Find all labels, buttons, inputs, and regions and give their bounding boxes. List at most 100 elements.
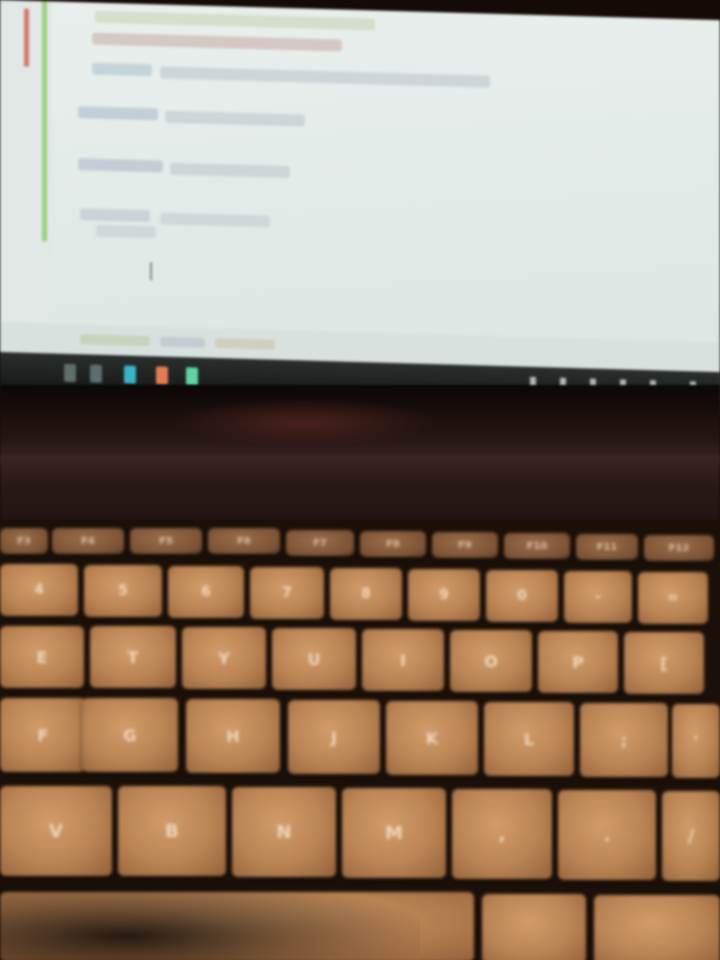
key-f10[interactable]: F10 bbox=[504, 533, 570, 559]
key-p[interactable]: P bbox=[538, 631, 618, 693]
code-line bbox=[160, 66, 490, 88]
key-e[interactable]: E bbox=[0, 626, 84, 688]
key-label: 6 bbox=[201, 584, 211, 600]
code-line bbox=[165, 110, 305, 127]
key-n[interactable]: N bbox=[232, 787, 336, 877]
key-f6[interactable]: F6 bbox=[208, 528, 280, 554]
key-f3[interactable]: F3 bbox=[0, 528, 48, 554]
key-7[interactable]: 7 bbox=[250, 567, 324, 619]
hand-shadow bbox=[0, 880, 420, 960]
text-cursor bbox=[150, 262, 152, 281]
key-f7[interactable]: F7 bbox=[286, 530, 354, 556]
key-0[interactable]: 0 bbox=[486, 570, 558, 622]
key-j[interactable]: J bbox=[288, 700, 380, 774]
key-label: I bbox=[400, 650, 406, 670]
key-8[interactable]: 8 bbox=[330, 568, 402, 620]
key-label: F3 bbox=[17, 535, 31, 547]
key-m[interactable]: M bbox=[342, 788, 446, 878]
key-label: B bbox=[165, 820, 179, 842]
key-label: ' bbox=[693, 731, 699, 751]
key-f8[interactable]: F8 bbox=[360, 531, 426, 557]
app-icon[interactable] bbox=[186, 367, 198, 386]
key-t[interactable]: T bbox=[90, 626, 176, 688]
key-9[interactable]: 9 bbox=[408, 569, 480, 621]
key-equals[interactable]: = bbox=[638, 572, 708, 624]
code-line bbox=[78, 158, 163, 173]
key-semicolon[interactable]: ; bbox=[580, 703, 668, 777]
key-6[interactable]: 6 bbox=[168, 566, 244, 618]
key-h[interactable]: H bbox=[186, 699, 280, 773]
key-label: J bbox=[331, 727, 337, 747]
key-ctrl-right[interactable] bbox=[594, 895, 720, 960]
key-label: . bbox=[603, 824, 611, 846]
key-label: 5 bbox=[118, 583, 128, 599]
key-label: P bbox=[572, 652, 584, 672]
key-label: F bbox=[37, 725, 49, 745]
code-area[interactable] bbox=[0, 0, 720, 281]
key-f11[interactable]: F11 bbox=[576, 534, 638, 560]
code-line bbox=[80, 208, 150, 223]
key-label: F5 bbox=[159, 535, 173, 547]
key-label: 8 bbox=[361, 586, 371, 602]
editor-gutter bbox=[0, 0, 52, 342]
key-o[interactable]: O bbox=[450, 630, 532, 692]
code-line bbox=[92, 62, 152, 77]
key-label: / bbox=[687, 825, 695, 847]
key-minus[interactable]: - bbox=[564, 571, 632, 623]
key-label: [ bbox=[660, 653, 668, 673]
key-period[interactable]: . bbox=[558, 790, 656, 880]
diff-marker-removed bbox=[24, 8, 29, 67]
app-icon[interactable] bbox=[64, 363, 76, 383]
key-bracket-left[interactable]: [ bbox=[624, 632, 704, 694]
key-slash[interactable]: / bbox=[662, 791, 720, 881]
key-label: V bbox=[49, 820, 63, 842]
code-line bbox=[170, 162, 290, 179]
key-label: H bbox=[226, 726, 240, 746]
key-v[interactable]: V bbox=[0, 786, 112, 876]
key-label: F6 bbox=[237, 535, 251, 547]
key-k[interactable]: K bbox=[386, 701, 478, 775]
app-icon[interactable] bbox=[156, 366, 168, 385]
key-label: F4 bbox=[81, 535, 95, 547]
key-label: 4 bbox=[34, 582, 44, 598]
key-label: T bbox=[127, 647, 139, 667]
key-5[interactable]: 5 bbox=[84, 565, 162, 617]
key-label: E bbox=[36, 647, 48, 667]
status-item bbox=[215, 338, 275, 350]
key-4[interactable]: 4 bbox=[0, 564, 78, 616]
key-label: Y bbox=[218, 648, 230, 668]
key-f12[interactable]: F12 bbox=[644, 535, 714, 561]
key-label: , bbox=[498, 823, 506, 845]
key-label: F8 bbox=[386, 538, 400, 550]
key-i[interactable]: I bbox=[362, 629, 444, 691]
laptop-hinge bbox=[0, 455, 720, 525]
key-label: - bbox=[595, 589, 601, 605]
key-label: 7 bbox=[282, 585, 292, 601]
app-icon[interactable] bbox=[124, 365, 136, 384]
key-l[interactable]: L bbox=[484, 702, 574, 776]
code-line bbox=[95, 10, 375, 31]
status-item bbox=[160, 336, 205, 348]
key-quote[interactable]: ' bbox=[672, 704, 720, 778]
key-f9[interactable]: F9 bbox=[432, 532, 498, 558]
app-icon[interactable] bbox=[90, 364, 102, 383]
bezel-reflection bbox=[170, 398, 440, 448]
code-line bbox=[96, 224, 156, 239]
key-label: F12 bbox=[668, 542, 690, 554]
laptop-screen bbox=[0, 0, 720, 416]
key-u[interactable]: U bbox=[272, 628, 356, 690]
key-f5[interactable]: F5 bbox=[130, 528, 202, 554]
key-comma[interactable]: , bbox=[452, 789, 552, 879]
key-f4[interactable]: F4 bbox=[52, 528, 124, 554]
key-label: = bbox=[667, 590, 679, 606]
key-label: G bbox=[123, 725, 137, 745]
key-b[interactable]: B bbox=[118, 786, 226, 876]
key-alt-right[interactable] bbox=[482, 894, 586, 960]
key-label: L bbox=[523, 729, 535, 749]
key-label: M bbox=[385, 822, 403, 844]
code-line bbox=[92, 32, 342, 52]
key-y[interactable]: Y bbox=[182, 627, 266, 689]
key-f[interactable]: F bbox=[0, 698, 86, 772]
key-label: O bbox=[484, 651, 498, 671]
key-g[interactable]: G bbox=[82, 698, 178, 772]
